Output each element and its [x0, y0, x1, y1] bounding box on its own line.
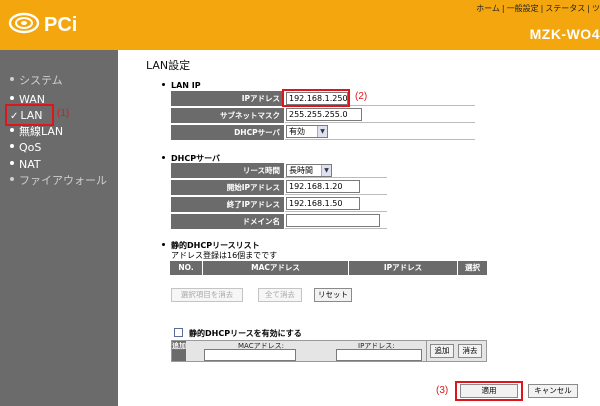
column-no: NO. [178, 263, 194, 272]
bullet-icon [10, 128, 14, 132]
reset-button[interactable]: リセット [314, 288, 352, 302]
column-ip: IPアドレス [383, 263, 423, 272]
nav-general-link[interactable]: 一般設定 [507, 4, 539, 13]
bullet-icon [10, 177, 14, 181]
dhcp-server-select[interactable]: 有効 ▼ [286, 125, 328, 138]
subnet-label: サブネットマスク [171, 108, 284, 123]
sidebar-item-label: NAT [19, 158, 41, 171]
sidebar-item-label: ファイアウォール [19, 174, 107, 187]
apply-button[interactable]: 適用 [460, 384, 518, 398]
sidebar-item-label: システム [19, 74, 63, 87]
lease-time-value: 長時間 [289, 166, 313, 175]
bullet-icon [10, 96, 14, 100]
sidebar-item-nat[interactable]: NAT [10, 158, 41, 171]
bullet-icon [10, 161, 14, 165]
clear-all-button[interactable]: 全て消去 [258, 288, 302, 302]
dhcp-server-label: DHCPサーバ [171, 125, 284, 140]
lease-time-label: リース時間 [171, 163, 284, 178]
ip-address-label: IPアドレス [171, 91, 284, 106]
sidebar-item-firewall[interactable]: ファイアウォール [10, 174, 110, 187]
logo-text: PCi [44, 14, 77, 36]
model-name: MZK-WO4 [529, 26, 600, 42]
header-nav: ホーム | 一般設定 | ステータス | ツ [476, 4, 600, 13]
enable-static-dhcp-checkbox[interactable] [174, 328, 183, 337]
page-title: LAN設定 [146, 59, 191, 72]
column-mac: MACアドレス [251, 263, 300, 272]
callout-3: (3) [436, 385, 449, 396]
clear-selected-button[interactable]: 選択項目を消去 [171, 288, 243, 302]
lease-time-select[interactable]: 長時間 ▼ [286, 164, 332, 177]
end-ip-label: 終了IPアドレス [171, 197, 284, 212]
dhcp-server-value: 有効 [289, 127, 305, 136]
static-list-note: アドレス登録は16個までです [171, 251, 278, 260]
cancel-button[interactable]: キャンセル [528, 384, 578, 398]
sidebar-item-label: 無線LAN [19, 125, 64, 138]
header-bar: PCi ホーム | 一般設定 | ステータス | ツ MZK-WO4 [0, 0, 600, 50]
bullet-icon [162, 243, 165, 246]
lan-highlight-box [5, 104, 54, 126]
static-ip-input[interactable] [336, 349, 422, 361]
ip-highlight-box [282, 89, 350, 107]
callout-1: (1) [57, 108, 70, 119]
nav-tools-link[interactable]: ツ [592, 4, 600, 13]
bullet-icon [162, 83, 165, 86]
sidebar-item-qos[interactable]: QoS [10, 141, 41, 154]
chevron-down-icon: ▼ [317, 126, 327, 137]
section-title-lan-ip: LAN IP [162, 81, 201, 90]
enable-static-dhcp-label: 静的DHCPリースを有効にする [189, 329, 302, 338]
end-ip-input[interactable]: 192.168.1.50 [286, 197, 360, 210]
bullet-icon [162, 156, 165, 159]
column-select: 選択 [465, 263, 480, 272]
sidebar-item-wireless-lan[interactable]: 無線LAN [10, 125, 63, 138]
bullet-icon [10, 77, 14, 81]
mac-address-input[interactable] [204, 349, 296, 361]
add-button[interactable]: 追加 [430, 344, 454, 358]
callout-2: (2) [355, 91, 368, 102]
sidebar-item-label: QoS [19, 141, 42, 154]
bullet-icon [10, 144, 14, 148]
static-list-header: NO. MACアドレス IPアドレス 選択 [170, 261, 487, 275]
pci-logo: PCi [8, 12, 77, 36]
subnet-mask-input[interactable]: 255.255.255.0 [286, 108, 362, 121]
nav-home-link[interactable]: ホーム [476, 4, 500, 13]
domain-name-input[interactable] [286, 214, 380, 227]
add-row-label: 追加 [172, 341, 186, 361]
delete-button[interactable]: 消去 [458, 344, 482, 358]
start-ip-label: 開始IPアドレス [171, 180, 284, 195]
main-content: LAN設定 LAN IP IPアドレス サブネットマスク DHCPサーバ 192… [118, 50, 600, 406]
chevron-down-icon: ▼ [321, 165, 331, 176]
nav-status-link[interactable]: ステータス [545, 4, 585, 13]
sidebar-item-system[interactable]: システム [10, 74, 63, 87]
start-ip-input[interactable]: 192.168.1.20 [286, 180, 360, 193]
domain-name-label: ドメイン名 [171, 214, 284, 229]
